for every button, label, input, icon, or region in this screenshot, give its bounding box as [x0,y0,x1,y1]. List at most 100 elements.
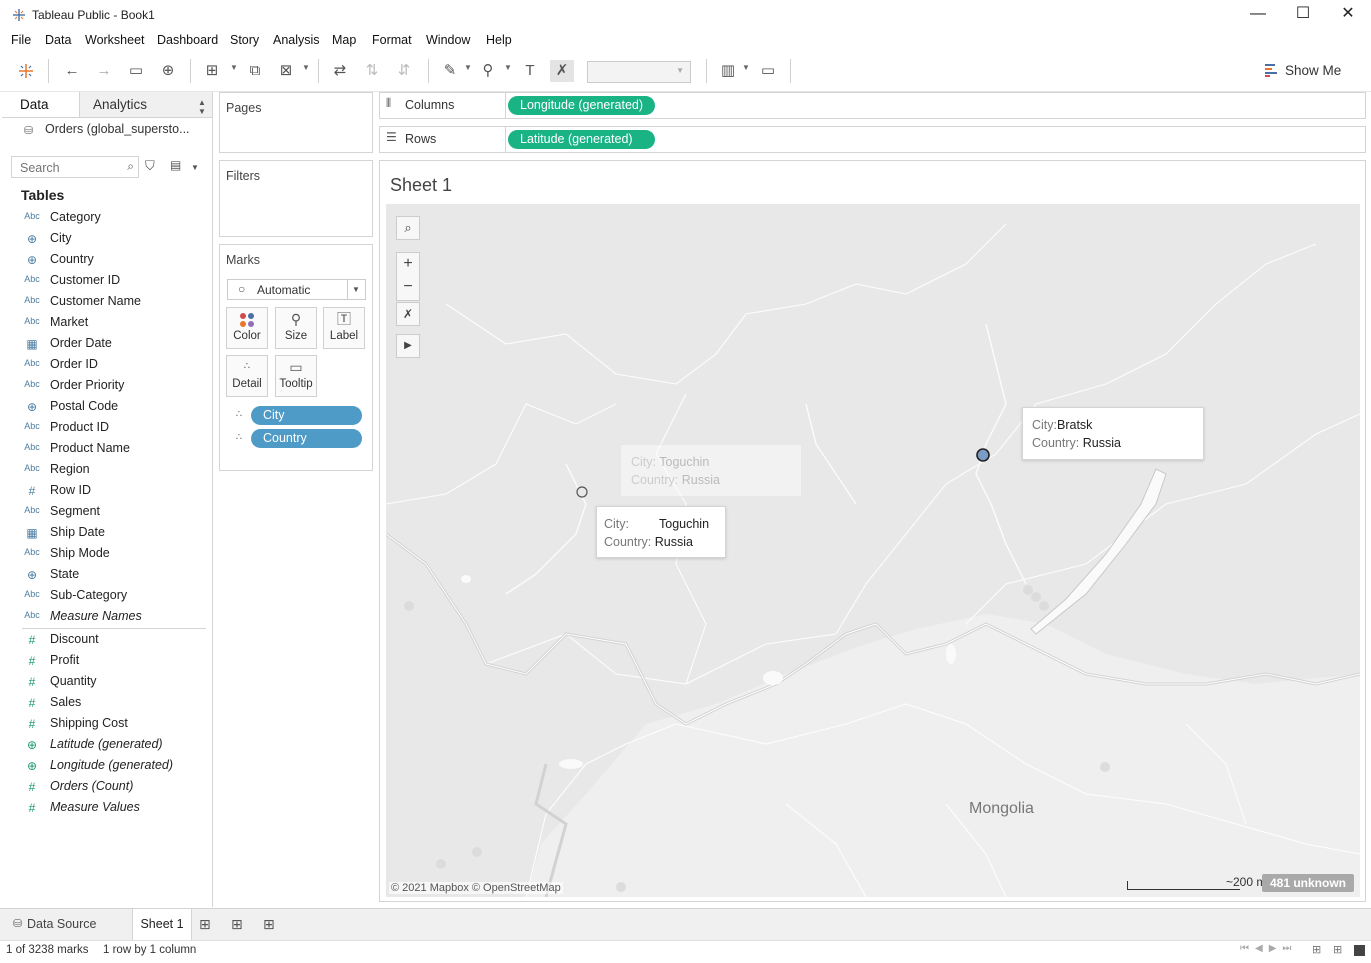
field-segment[interactable]: Abc Segment [2,502,207,523]
field-measure-names[interactable]: Abc Measure Names [2,607,207,628]
label-button[interactable]: 🅃 Label [323,307,365,349]
show-sheet-sorter-icon[interactable]: ⊞ [1333,943,1342,956]
chevron-down-icon[interactable]: ▼ [230,63,238,72]
field-sub-category[interactable]: Abc Sub-Category [2,586,207,607]
show-me-button[interactable]: Show Me [1265,60,1355,82]
duplicate-sheet-icon[interactable]: ⧉ [243,60,267,82]
zoom-in-button[interactable]: + [397,253,419,277]
field-order-id[interactable]: Abc Order ID [2,355,207,376]
presentation-mode-icon[interactable]: ▭ [756,60,780,82]
group-members-icon[interactable]: ⚲ [476,60,500,82]
show-mark-labels-icon[interactable]: T [518,60,542,82]
field-order-priority[interactable]: Abc Order Priority [2,376,207,397]
size-button[interactable]: ⚲ Size [275,307,317,349]
tab-data[interactable]: Data [2,92,80,117]
menu-story[interactable]: Story [230,33,259,47]
menu-help[interactable]: Help [486,33,512,47]
field-region[interactable]: Abc Region [2,460,207,481]
menu-format[interactable]: Format [372,33,412,47]
field-market[interactable]: Abc Market [2,313,207,334]
field-orders-count[interactable]: # Orders (Count) [2,777,207,798]
highlight-icon[interactable]: ✎ [438,60,462,82]
field-product-name[interactable]: Abc Product Name [2,439,207,460]
tab-analytics[interactable]: Analytics [80,92,212,117]
field-state[interactable]: ⊕ State [2,565,207,586]
field-product-id[interactable]: Abc Product ID [2,418,207,439]
new-worksheet-icon[interactable]: ⊞ [200,60,224,82]
search-input[interactable] [18,158,122,178]
field-discount[interactable]: # Discount [2,630,207,651]
rows-shelf[interactable]: ☰ Rows Latitude (generated) [379,126,1366,153]
menu-window[interactable]: Window [426,33,470,47]
fix-axes-icon[interactable]: ✗ [550,60,574,82]
field-order-date[interactable]: ▦ Order Date [2,334,207,355]
field-customer-name[interactable]: Abc Customer Name [2,292,207,313]
unknown-indicator[interactable]: 481 unknown [1261,874,1354,892]
field-measure-values[interactable]: # Measure Values [2,798,207,819]
save-icon[interactable]: ▭ [124,60,148,82]
menu-data[interactable]: Data [45,33,71,47]
columns-shelf[interactable]: ⫴ Columns Longitude (generated) [379,92,1366,119]
field-row-id[interactable]: # Row ID [2,481,207,502]
chevron-down-icon[interactable]: ▼ [191,163,199,172]
field-postal-code[interactable]: ⊕ Postal Code [2,397,207,418]
chevron-down-icon[interactable]: ▼ [742,63,750,72]
new-worksheet-icon[interactable]: ⊞ [199,909,211,940]
menu-dashboard[interactable]: Dashboard [157,33,218,47]
pane-menu-icon[interactable]: ▲ ▼ [198,98,206,116]
pill-country[interactable]: Country [251,429,362,448]
clear-sheet-icon[interactable]: ⊠ [274,60,298,82]
show-cards-icon[interactable]: ▥ [716,60,740,82]
pill-city[interactable]: City [251,406,362,425]
minimize-button[interactable]: — [1238,4,1278,26]
field-latitude-generated[interactable]: ⊕ Latitude (generated) [2,735,207,756]
filters-shelf[interactable]: Filters [219,160,373,237]
new-datasource-icon[interactable]: ⊕ [156,60,180,82]
redo-icon[interactable]: → [92,60,116,82]
sheet-navigation-icon[interactable]: ⏮◀▶⏭ [1240,943,1297,954]
tooltip-button[interactable]: ▭ Tooltip [275,355,317,397]
maximize-button[interactable]: ☐ [1283,4,1323,26]
show-tabs-icon[interactable] [1354,945,1365,956]
chevron-down-icon[interactable]: ▼ [302,63,310,72]
map-search-button[interactable]: ⌕ [396,216,420,240]
reset-map-button[interactable]: ✗ [396,302,420,326]
map-attribution[interactable]: © 2021 Mapbox © OpenStreetMap [389,882,563,894]
field-sales[interactable]: # Sales [2,693,207,714]
new-dashboard-icon[interactable]: ⊞ [231,909,243,940]
close-button[interactable]: ✕ [1328,4,1368,26]
field-profit[interactable]: # Profit [2,651,207,672]
field-shipping-cost[interactable]: # Shipping Cost [2,714,207,735]
field-country[interactable]: ⊕ Country [2,250,207,271]
field-city[interactable]: ⊕ City [2,229,207,250]
field-category[interactable]: Abc Category [2,208,207,229]
fit-select[interactable]: ▼ [587,61,691,83]
field-customer-id[interactable]: Abc Customer ID [2,271,207,292]
field-longitude-generated[interactable]: ⊕ Longitude (generated) [2,756,207,777]
chevron-down-icon[interactable]: ▼ [504,63,512,72]
color-button[interactable]: Color [226,307,268,349]
field-ship-mode[interactable]: Abc Ship Mode [2,544,207,565]
field-quantity[interactable]: # Quantity [2,672,207,693]
pill-longitude[interactable]: Longitude (generated) [508,96,655,115]
show-filmstrip-icon[interactable]: ⊞ [1312,943,1321,956]
menu-file[interactable]: File [11,33,31,47]
menu-worksheet[interactable]: Worksheet [85,33,145,47]
sort-ascending-icon[interactable]: ⇅ [360,60,384,82]
detail-button[interactable]: ∴ Detail [226,355,268,397]
sort-descending-icon[interactable]: ⇵ [392,60,416,82]
field-search-box[interactable]: ⌕ [11,156,139,178]
sheet-title[interactable]: Sheet 1 [390,175,452,196]
zoom-out-button[interactable]: − [397,277,419,301]
sheet-tab[interactable]: Sheet 1 [132,909,192,940]
menu-map[interactable]: Map [332,33,356,47]
pages-shelf[interactable]: Pages [219,92,373,153]
mark-type-select[interactable]: ○ Automatic ▼ [227,279,366,300]
datasource-name[interactable]: Orders (global_supersto... [45,122,190,136]
swap-rows-columns-icon[interactable]: ⇄ [328,60,352,82]
map-view[interactable]: ⌕ + − ✗ ▶ City: Toguchin Country: Russia… [386,204,1360,897]
data-source-tab[interactable]: Data Source [27,909,96,940]
new-story-icon[interactable]: ⊞ [263,909,275,940]
menu-analysis[interactable]: Analysis [273,33,320,47]
filter-icon[interactable]: ⛉ [145,158,155,174]
